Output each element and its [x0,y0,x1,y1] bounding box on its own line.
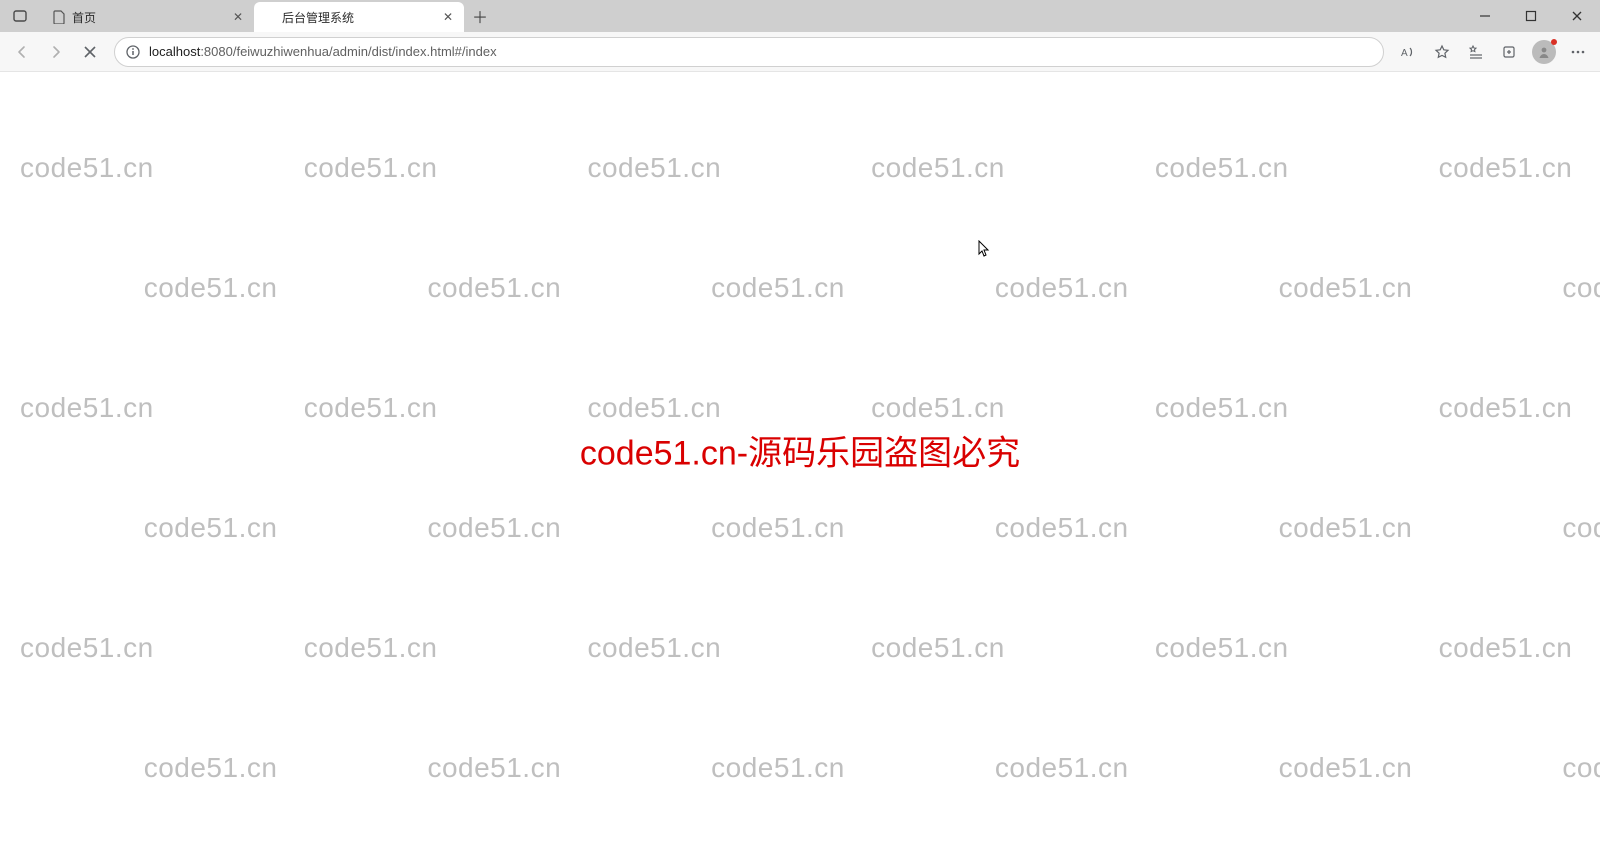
tab-close-button[interactable]: ✕ [440,9,456,25]
watermark-text: code51.cn [304,392,438,424]
watermark-text: code51.cn [995,272,1129,304]
tab-title: 后台管理系统 [282,9,434,26]
watermark-text: code51.cn [1439,392,1573,424]
watermark-text: code51.cn [1439,152,1573,184]
watermark-text: code51.cn [1562,512,1600,544]
browser-toolbar: localhost:8080/feiwuzhiwenhua/admin/dist… [0,32,1600,72]
favorites-star-button[interactable] [1426,36,1458,68]
tab-actions-button[interactable] [6,2,34,30]
watermark-text: code51.cn [1279,512,1413,544]
watermark-text: code51.cn [711,752,845,784]
nav-stop-button[interactable] [74,36,106,68]
watermark-text: code51.cn [1279,272,1413,304]
svg-text:A: A [1401,48,1408,59]
watermark-text: code51.cn [20,392,154,424]
favorites-list-button[interactable] [1460,36,1492,68]
watermark-text: code51.cn [1155,392,1289,424]
address-bar[interactable]: localhost:8080/feiwuzhiwenhua/admin/dist… [114,37,1384,67]
watermark-row: code51.cn code51.cn code51.cn code51.cn code… [0,752,1600,784]
watermark-text: code51.cn [144,752,278,784]
watermark-text: code51.cn [427,512,561,544]
loading-icon [262,10,276,24]
watermark-text: code51.cn [587,152,721,184]
read-aloud-button[interactable]: A [1392,36,1424,68]
watermark-text: code51.cn [995,72,1129,74]
watermark-text: code51.cn [587,392,721,424]
watermark-row: code51.cn code51.cn code51.cn code51.cn code… [20,152,1600,184]
watermark-text: code51.cn [1279,752,1413,784]
site-info-icon[interactable] [125,44,141,60]
new-tab-button[interactable]: ＋ [466,2,494,30]
window-close-button[interactable] [1554,0,1600,32]
watermark-text: code51.cn [1439,632,1573,664]
profile-avatar-button[interactable] [1532,40,1556,64]
collections-button[interactable] [1494,36,1526,68]
tab-close-button[interactable]: ✕ [230,9,246,25]
watermark-text: code51.cn [144,72,278,74]
toolbar-right: A [1392,36,1594,68]
tab-title: 首页 [72,9,224,26]
window-maximize-button[interactable] [1508,0,1554,32]
watermark-text: code51.cn [304,152,438,184]
nav-forward-button[interactable] [40,36,72,68]
url-host: localhost [149,44,200,59]
pointer-cursor-icon [975,240,991,260]
nav-back-button[interactable] [6,36,38,68]
browser-tab-home[interactable]: 首页 ✕ [44,2,254,32]
watermark-text: code51.cn [1562,272,1600,304]
watermark-text: code51.cn [711,72,845,74]
page-viewport: code51.cncode51.cncode51.cncode51.cncode… [0,72,1600,860]
watermark-text: code51.cn [587,632,721,664]
watermark-text: code51.cn [871,392,1005,424]
watermark-text: code51.cn [20,152,154,184]
watermark-text: code51.cn [1562,752,1600,784]
browser-titlebar: 首页 ✕ 后台管理系统 ✕ ＋ [0,0,1600,32]
titlebar-drag-region [494,0,1462,32]
watermark-text: code51.cn [1279,72,1413,74]
watermark-center-text: code51.cn-源码乐园盗图必究 [580,426,1020,475]
watermark-text: code51.cn [20,632,154,664]
page-icon [52,10,66,24]
settings-menu-button[interactable] [1562,36,1594,68]
watermark-text: code51.cn [427,752,561,784]
watermark-text: code51.cn [427,72,561,74]
watermark-text: code51.cn [1562,72,1600,74]
watermark-text: code51.cn [871,632,1005,664]
watermark-row: code51.cn code51.cn code51.cn code51.cn code… [20,392,1600,424]
watermark-row: code51.cn code51.cn code51.cn code51.cn code… [20,632,1600,664]
watermark-text: code51.cn [711,272,845,304]
watermark-text: code51.cn [1155,632,1289,664]
url-path: :8080/feiwuzhiwenhua/admin/dist/index.ht… [200,44,496,59]
window-minimize-button[interactable] [1462,0,1508,32]
watermark-row: code51.cn code51.cn code51.cn code51.cn code… [0,72,1600,74]
window-controls [1462,0,1600,32]
watermark-text: code51.cn [871,152,1005,184]
watermark-text: code51.cn [427,272,561,304]
watermark-text: code51.cn [144,272,278,304]
watermark-text: code51.cn [144,512,278,544]
watermark-text: code51.cn [711,512,845,544]
watermark-text: code51.cn [995,752,1129,784]
url-text: localhost:8080/feiwuzhiwenhua/admin/dist… [149,44,1373,59]
browser-tab-admin[interactable]: 后台管理系统 ✕ [254,2,464,32]
watermark-text: code51.cn [304,632,438,664]
watermark-row: code51.cn code51.cn code51.cn code51.cn code… [0,512,1600,544]
tab-strip: 首页 ✕ 后台管理系统 ✕ ＋ [44,0,494,32]
watermark-row: code51.cn code51.cn code51.cn code51.cn code… [0,272,1600,304]
watermark-text: code51.cn [1155,152,1289,184]
watermark-text: code51.cn [995,512,1129,544]
titlebar-left [0,0,40,32]
